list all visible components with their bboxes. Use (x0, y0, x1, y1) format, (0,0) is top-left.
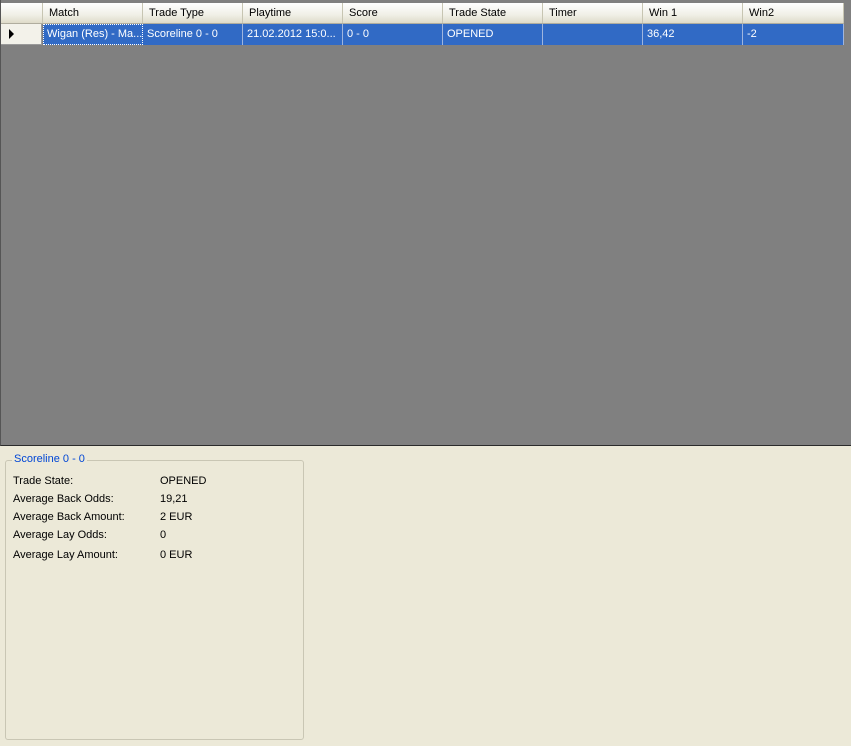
cell-trade-type[interactable]: Scoreline 0 - 0 (143, 24, 243, 45)
table-row[interactable]: Wigan (Res) - Ma... Scoreline 0 - 0 21.0… (1, 24, 844, 45)
trade-state-label: Trade State: (13, 475, 74, 487)
trades-grid[interactable]: Match Trade Type Playtime Score Trade St… (0, 0, 851, 446)
column-header-win2[interactable]: Win2 (743, 3, 844, 23)
column-header-timer[interactable]: Timer (543, 3, 643, 23)
column-header-score[interactable]: Score (343, 3, 443, 23)
current-row-arrow-icon (9, 29, 14, 39)
average-back-amount-label: Average Back Amount: (13, 511, 125, 523)
details-title: Scoreline 0 - 0 (12, 453, 87, 465)
average-back-odds-label: Average Back Odds: (13, 493, 114, 505)
cell-timer[interactable] (543, 24, 643, 45)
row-header[interactable] (1, 24, 42, 45)
cell-playtime[interactable]: 21.02.2012 15:0... (243, 24, 343, 45)
trade-state-value: OPENED (160, 475, 207, 487)
average-lay-odds-value: 0 (160, 529, 167, 541)
grid-header: Match Trade Type Playtime Score Trade St… (1, 3, 844, 24)
trade-details-groupbox: Scoreline 0 - 0 Trade State: OPENED Aver… (5, 453, 304, 740)
cell-score[interactable]: 0 - 0 (343, 24, 443, 45)
cell-trade-state[interactable]: OPENED (443, 24, 543, 45)
average-lay-amount-label: Average Lay Amount: (13, 549, 118, 561)
column-header-playtime[interactable]: Playtime (243, 3, 343, 23)
cell-win1[interactable]: 36,42 (643, 24, 743, 45)
cell-win2[interactable]: -2 (743, 24, 844, 45)
column-header-match[interactable]: Match (43, 3, 143, 23)
row-header-corner (1, 3, 43, 23)
average-lay-amount-value: 0 EUR (160, 549, 193, 561)
average-lay-odds-label: Average Lay Odds: (13, 529, 107, 541)
column-header-trade-type[interactable]: Trade Type (143, 3, 243, 23)
cell-match[interactable]: Wigan (Res) - Ma... (43, 24, 143, 45)
average-back-amount-value: 2 EUR (160, 511, 193, 523)
average-back-odds-value: 19,21 (160, 493, 188, 505)
column-header-win1[interactable]: Win 1 (643, 3, 743, 23)
column-header-trade-state[interactable]: Trade State (443, 3, 543, 23)
